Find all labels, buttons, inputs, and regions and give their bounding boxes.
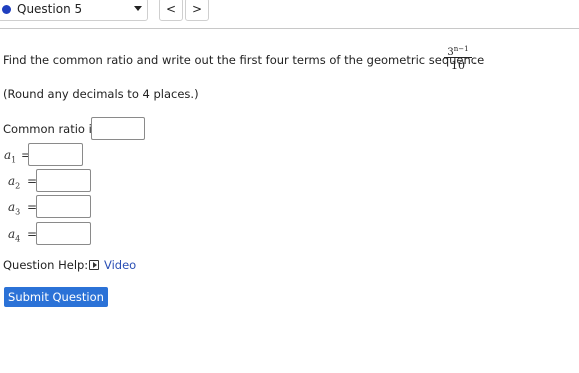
video-help-link[interactable]: Video xyxy=(104,258,136,272)
term-label-a2: a2 xyxy=(8,174,20,190)
question-help-label: Question Help: xyxy=(3,258,89,272)
term-subscript: 4 xyxy=(15,234,21,244)
sequence-formula: 3n−1 10 xyxy=(444,43,472,72)
question-selector-label: Question 5 xyxy=(17,2,83,16)
common-ratio-input[interactable] xyxy=(91,117,145,140)
submit-question-button[interactable]: Submit Question xyxy=(4,287,108,307)
prompt-period: . xyxy=(473,53,477,67)
term-a3-input[interactable] xyxy=(36,195,91,218)
term-label-a3: a3 xyxy=(8,200,20,216)
term-subscript: 1 xyxy=(11,155,17,165)
term-label-a4: a4 xyxy=(8,227,20,243)
next-question-button[interactable]: > xyxy=(185,0,209,21)
rounding-instruction: (Round any decimals to 4 places.) xyxy=(3,87,199,101)
term-a2-input[interactable] xyxy=(36,169,91,192)
video-play-icon[interactable] xyxy=(89,260,99,270)
term-subscript: 3 xyxy=(15,207,21,217)
question-toolbar: Question 5 < > xyxy=(0,0,579,29)
formula-numerator: 3n−1 xyxy=(444,43,472,58)
term-a4-input[interactable] xyxy=(36,222,91,245)
question-selector[interactable]: Question 5 xyxy=(0,0,148,21)
question-status-dot-icon xyxy=(2,5,11,14)
dropdown-caret-icon xyxy=(134,6,142,11)
term-subscript: 2 xyxy=(15,181,21,191)
term-a1-input[interactable] xyxy=(28,143,83,166)
formula-denominator: 10 xyxy=(451,59,465,72)
problem-prompt: Find the common ratio and write out the … xyxy=(3,53,485,67)
previous-question-button[interactable]: < xyxy=(159,0,183,21)
term-label-a1: a1 xyxy=(4,148,16,164)
common-ratio-label: Common ratio is xyxy=(3,122,98,136)
formula-exponent: n−1 xyxy=(453,45,469,53)
